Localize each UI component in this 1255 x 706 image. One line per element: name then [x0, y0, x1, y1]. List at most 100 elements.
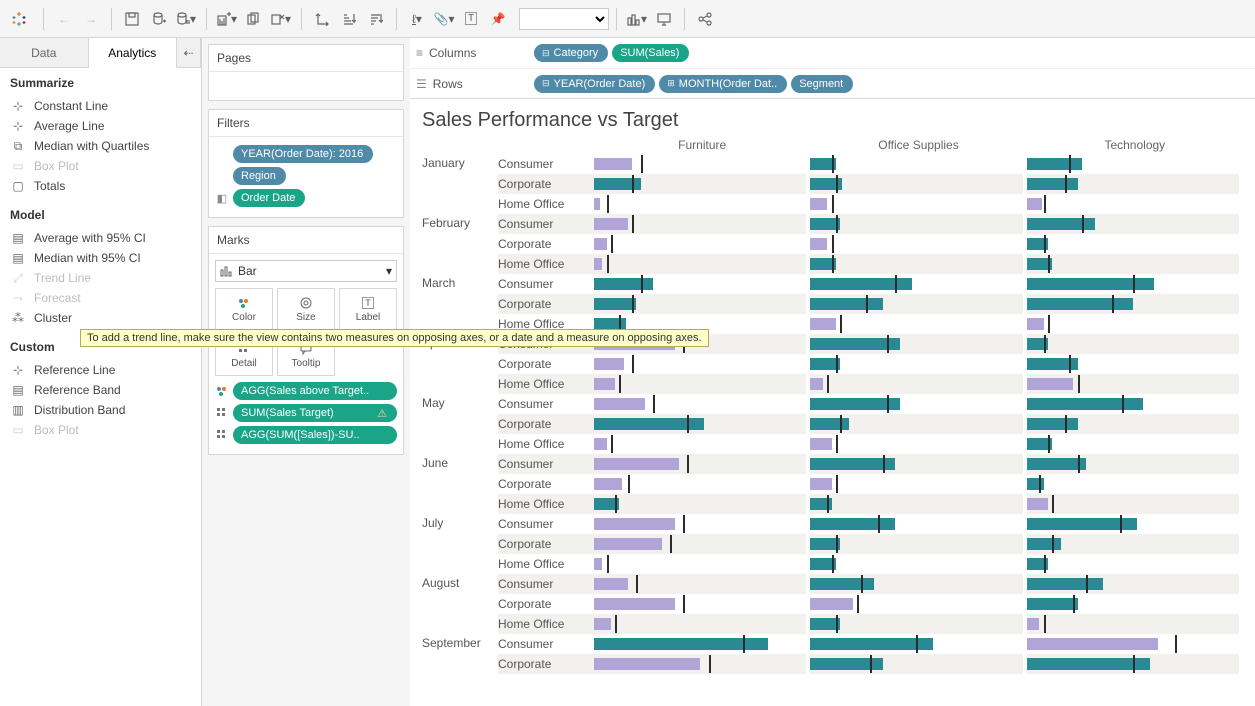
text-label-button[interactable]: T — [458, 6, 484, 32]
analytics-item[interactable]: ⊹Average Line — [10, 116, 191, 136]
pin-button[interactable]: 📌 — [485, 6, 511, 32]
bar-row[interactable] — [810, 194, 1022, 214]
duplicate-sheet-button[interactable] — [241, 6, 267, 32]
bar-row[interactable] — [810, 534, 1022, 554]
bar-row[interactable] — [1027, 214, 1239, 234]
bar-row[interactable] — [810, 594, 1022, 614]
bar-row[interactable] — [810, 574, 1022, 594]
tab-data[interactable]: Data — [0, 38, 89, 67]
swap-axes-button[interactable] — [309, 6, 335, 32]
segment-label[interactable]: Corporate — [498, 594, 594, 614]
month-label[interactable]: May — [422, 394, 498, 454]
fit-select[interactable]: Standard — [519, 8, 609, 30]
bar-row[interactable] — [594, 474, 806, 494]
bar-row[interactable] — [1027, 594, 1239, 614]
segment-label[interactable]: Corporate — [498, 534, 594, 554]
shelf-pill[interactable]: SUM(Sales) — [612, 44, 689, 62]
bar-row[interactable] — [810, 274, 1022, 294]
bar-row[interactable] — [810, 214, 1022, 234]
segment-label[interactable]: Corporate — [498, 174, 594, 194]
month-label[interactable]: January — [422, 154, 498, 214]
bar-row[interactable] — [810, 414, 1022, 434]
bar-row[interactable] — [1027, 274, 1239, 294]
clear-sheet-button[interactable]: ▾ — [268, 6, 294, 32]
sheet-title[interactable]: Sales Performance vs Target — [422, 109, 1243, 132]
filter-pill[interactable]: Order Date — [233, 189, 305, 207]
bar-row[interactable] — [810, 434, 1022, 454]
month-label[interactable]: July — [422, 514, 498, 574]
segment-label[interactable]: Consumer — [498, 574, 594, 594]
mark-pill[interactable]: AGG(SUM([Sales])-SU.. — [233, 426, 397, 444]
filter-pill[interactable]: Region — [233, 167, 286, 185]
bar-row[interactable] — [594, 254, 806, 274]
columns-shelf[interactable]: ≡Columns ⊟CategorySUM(Sales) — [410, 38, 1255, 68]
bar-row[interactable] — [1027, 494, 1239, 514]
new-worksheet-button[interactable]: ▾ — [214, 6, 240, 32]
group-button[interactable]: 📎▾ — [431, 6, 457, 32]
bar-row[interactable] — [810, 334, 1022, 354]
bar-row[interactable] — [1027, 554, 1239, 574]
month-label[interactable]: February — [422, 214, 498, 274]
forward-button[interactable]: → — [78, 6, 104, 32]
rows-shelf[interactable]: ☰Rows ⊟YEAR(Order Date)⊞MONTH(Order Dat.… — [410, 68, 1255, 98]
bar-row[interactable] — [594, 414, 806, 434]
bar-row[interactable] — [810, 494, 1022, 514]
segment-label[interactable]: Corporate — [498, 414, 594, 434]
analytics-item[interactable]: ▢Totals — [10, 176, 191, 196]
bar-row[interactable] — [810, 454, 1022, 474]
mark-label-card[interactable]: TLabel — [339, 288, 397, 330]
share-button[interactable] — [692, 6, 718, 32]
bar-row[interactable] — [594, 174, 806, 194]
bar-row[interactable] — [594, 654, 806, 674]
bar-row[interactable] — [594, 494, 806, 514]
bar-row[interactable] — [810, 174, 1022, 194]
pages-shelf[interactable]: Pages — [208, 44, 404, 101]
bar-row[interactable] — [1027, 574, 1239, 594]
back-button[interactable]: ← — [51, 6, 77, 32]
bar-row[interactable] — [594, 614, 806, 634]
segment-label[interactable]: Consumer — [498, 634, 594, 654]
month-label[interactable]: September — [422, 634, 498, 674]
bar-row[interactable] — [1027, 154, 1239, 174]
bar-row[interactable] — [594, 434, 806, 454]
tab-collapse-icon[interactable]: ⇠ — [177, 38, 201, 67]
segment-label[interactable]: Home Office — [498, 374, 594, 394]
segment-label[interactable]: Consumer — [498, 214, 594, 234]
bar-row[interactable] — [594, 294, 806, 314]
bar-row[interactable] — [810, 634, 1022, 654]
bar-row[interactable] — [810, 234, 1022, 254]
segment-label[interactable]: Home Office — [498, 194, 594, 214]
month-label[interactable]: August — [422, 574, 498, 634]
bar-row[interactable] — [810, 554, 1022, 574]
bar-row[interactable] — [1027, 234, 1239, 254]
bar-row[interactable] — [1027, 394, 1239, 414]
bar-row[interactable] — [810, 474, 1022, 494]
bar-row[interactable] — [594, 234, 806, 254]
bar-row[interactable] — [810, 314, 1022, 334]
segment-label[interactable]: Home Office — [498, 254, 594, 274]
save-button[interactable] — [119, 6, 145, 32]
presentation-mode-button[interactable] — [651, 6, 677, 32]
mark-pill[interactable]: AGG(Sales above Target.. — [233, 382, 397, 400]
filter-pill[interactable]: YEAR(Order Date): 2016 — [233, 145, 373, 163]
analytics-item[interactable]: ⊹Reference Line — [10, 360, 191, 380]
analytics-item[interactable]: ⁂Cluster — [10, 308, 191, 328]
show-me-button[interactable]: ▾ — [624, 6, 650, 32]
analytics-item[interactable]: ⧉Median with Quartiles — [10, 136, 191, 156]
bar-row[interactable] — [1027, 174, 1239, 194]
mark-pill[interactable]: SUM(Sales Target)⚠ — [233, 404, 397, 422]
segment-label[interactable]: Consumer — [498, 154, 594, 174]
analytics-item[interactable]: ▤Median with 95% CI — [10, 248, 191, 268]
month-label[interactable]: March — [422, 274, 498, 334]
bar-row[interactable] — [1027, 314, 1239, 334]
bar-row[interactable] — [594, 594, 806, 614]
bar-row[interactable] — [1027, 254, 1239, 274]
segment-label[interactable]: Home Office — [498, 434, 594, 454]
pause-refresh-button[interactable]: ▾ — [173, 6, 199, 32]
bar-row[interactable] — [810, 374, 1022, 394]
bar-row[interactable] — [594, 554, 806, 574]
bar-row[interactable] — [810, 154, 1022, 174]
bar-row[interactable] — [594, 574, 806, 594]
new-datasource-button[interactable] — [146, 6, 172, 32]
segment-label[interactable]: Consumer — [498, 274, 594, 294]
